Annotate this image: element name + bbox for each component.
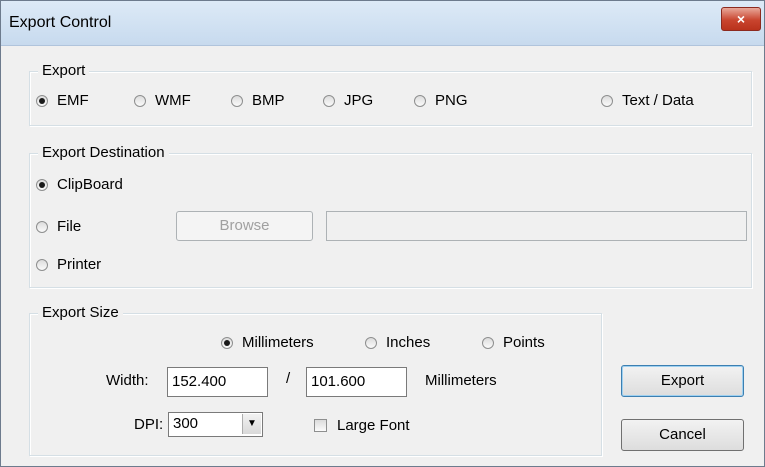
radio-inches[interactable]: Inches	[365, 334, 430, 351]
radio-wmf[interactable]: WMF	[134, 92, 191, 109]
radio-points-button[interactable]	[482, 336, 494, 349]
size-unit-label: Millimeters	[425, 372, 497, 389]
radio-clipboard-label: ClipBoard	[57, 176, 123, 193]
width-label: Width:	[106, 372, 149, 389]
width-input-value: 152.400	[172, 373, 227, 390]
close-icon: ×	[736, 11, 746, 27]
large-font-checkbox[interactable]: Large Font	[314, 417, 410, 434]
radio-millimeters-label: Millimeters	[242, 334, 314, 351]
radio-text-data[interactable]: Text / Data	[601, 92, 694, 109]
radio-text-data-label: Text / Data	[622, 92, 694, 109]
browse-button-label: Browse	[219, 217, 270, 234]
radio-millimeters-button[interactable]	[221, 336, 233, 349]
cancel-button-label: Cancel	[659, 426, 706, 443]
radio-points[interactable]: Points	[482, 334, 545, 351]
radio-inches-button[interactable]	[365, 336, 377, 349]
radio-png-label: PNG	[435, 92, 468, 109]
dpi-select[interactable]: 300 ▼	[168, 412, 263, 437]
radio-printer-label: Printer	[57, 256, 102, 273]
radio-clipboard-button[interactable]	[36, 178, 48, 191]
export-control-dialog: Export Control × Export EMF WMF BMP JPG …	[0, 0, 765, 467]
radio-file-label: File	[57, 218, 82, 235]
radio-png[interactable]: PNG	[414, 92, 468, 109]
radio-wmf-button[interactable]	[134, 94, 146, 107]
chevron-down-icon[interactable]: ▼	[242, 414, 261, 434]
file-path-field[interactable]	[326, 211, 747, 241]
radio-clipboard[interactable]: ClipBoard	[36, 176, 123, 193]
radio-bmp-label: BMP	[252, 92, 285, 109]
radio-printer[interactable]: Printer	[36, 256, 101, 273]
title-bar[interactable]: Export Control ×	[1, 1, 764, 46]
radio-jpg-button[interactable]	[323, 94, 335, 107]
radio-inches-label: Inches	[386, 334, 431, 351]
export-size-legend: Export Size	[38, 304, 123, 321]
dpi-label: DPI:	[134, 416, 164, 433]
height-input-value: 101.600	[311, 373, 366, 390]
radio-emf[interactable]: EMF	[36, 92, 89, 109]
radio-png-button[interactable]	[414, 94, 426, 107]
close-button[interactable]: ×	[721, 7, 761, 31]
width-input[interactable]: 152.400	[167, 367, 268, 397]
radio-bmp[interactable]: BMP	[231, 92, 285, 109]
radio-jpg-label: JPG	[344, 92, 374, 109]
radio-emf-label: EMF	[57, 92, 89, 109]
radio-millimeters[interactable]: Millimeters	[221, 334, 314, 351]
dpi-select-value: 300	[173, 415, 199, 432]
window-title: Export Control	[9, 14, 112, 31]
height-input[interactable]: 101.600	[306, 367, 407, 397]
export-button[interactable]: Export	[621, 365, 744, 397]
radio-text-data-button[interactable]	[601, 94, 613, 107]
radio-wmf-label: WMF	[155, 92, 191, 109]
browse-button[interactable]: Browse	[176, 211, 313, 241]
radio-jpg[interactable]: JPG	[323, 92, 373, 109]
radio-bmp-button[interactable]	[231, 94, 243, 107]
export-button-label: Export	[660, 372, 705, 389]
export-destination-legend: Export Destination	[38, 144, 169, 161]
large-font-checkbox-box[interactable]	[314, 419, 327, 432]
radio-file-button[interactable]	[36, 220, 48, 233]
export-format-legend: Export	[38, 62, 90, 79]
large-font-label: Large Font	[337, 417, 410, 434]
cancel-button[interactable]: Cancel	[621, 419, 744, 451]
size-separator: /	[286, 370, 291, 387]
radio-points-label: Points	[503, 334, 545, 351]
radio-file[interactable]: File	[36, 218, 81, 235]
radio-printer-button[interactable]	[36, 258, 48, 271]
radio-emf-button[interactable]	[36, 94, 48, 107]
